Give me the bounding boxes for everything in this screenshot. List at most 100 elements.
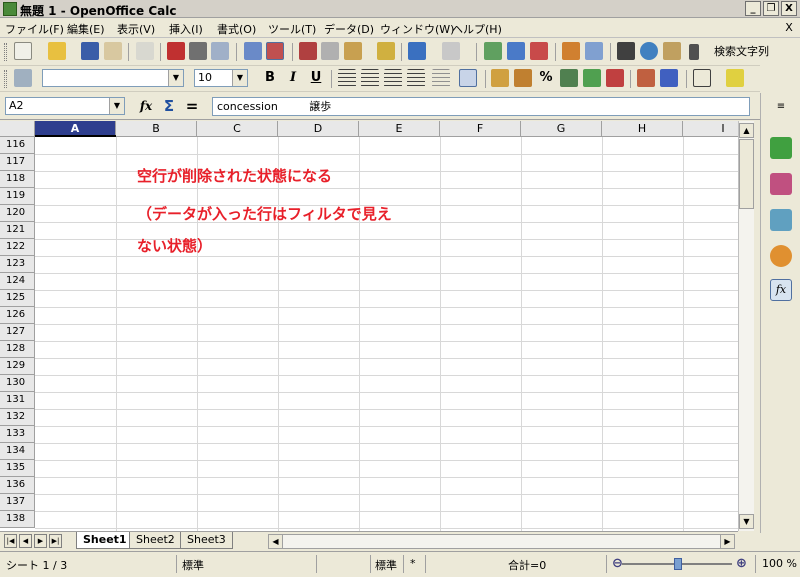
column-header[interactable]: E	[359, 121, 440, 137]
wrap-text-icon[interactable]	[459, 69, 477, 87]
sheet-tab-2[interactable]: Sheet2	[129, 532, 182, 549]
row-header[interactable]: 123	[0, 256, 35, 273]
sum-icon[interactable]: Σ	[160, 97, 178, 115]
toolbar-overflow-icon[interactable]	[689, 44, 699, 60]
row-header[interactable]: 129	[0, 358, 35, 375]
new-document-icon[interactable]	[14, 42, 32, 60]
row-header[interactable]: 120	[0, 205, 35, 222]
align-right-icon[interactable]	[384, 69, 402, 87]
save-icon[interactable]	[81, 42, 99, 60]
functions-sidebar-icon[interactable]: fx	[770, 279, 792, 301]
last-sheet-icon[interactable]: ▶|	[49, 534, 62, 548]
column-header[interactable]: G	[521, 121, 602, 137]
styles-icon[interactable]	[770, 173, 792, 195]
next-sheet-icon[interactable]: ▶	[34, 534, 47, 548]
row-header[interactable]: 119	[0, 188, 35, 205]
row-header[interactable]: 132	[0, 409, 35, 426]
prev-sheet-icon[interactable]: ◀	[19, 534, 32, 548]
zoom-slider-thumb[interactable]	[674, 558, 682, 570]
paste-icon[interactable]	[344, 42, 362, 60]
print-preview-icon[interactable]	[211, 42, 229, 60]
decrease-indent-icon[interactable]	[637, 69, 655, 87]
row-header[interactable]: 126	[0, 307, 35, 324]
zoom-level[interactable]: 100 %	[762, 557, 797, 570]
row-header[interactable]: 133	[0, 426, 35, 443]
export-pdf-icon[interactable]	[167, 42, 185, 60]
currency-icon[interactable]	[514, 69, 532, 87]
edit-file-icon[interactable]	[136, 42, 154, 60]
scroll-right-arrow-icon[interactable]: ▶	[720, 534, 735, 549]
row-header[interactable]: 127	[0, 324, 35, 341]
justify-icon[interactable]	[407, 69, 425, 87]
row-header[interactable]: 116	[0, 137, 35, 154]
row-header[interactable]: 138	[0, 511, 35, 528]
borders-icon[interactable]	[693, 69, 711, 87]
row-header[interactable]: 134	[0, 443, 35, 460]
row-header[interactable]: 124	[0, 273, 35, 290]
undo-icon[interactable]	[408, 42, 426, 60]
row-header[interactable]: 135	[0, 460, 35, 477]
column-header[interactable]: C	[197, 121, 278, 137]
scroll-down-arrow-icon[interactable]: ▼	[739, 514, 754, 529]
gallery-sidebar-icon[interactable]	[770, 209, 792, 231]
italic-button[interactable]: I	[284, 69, 302, 87]
sidebar-menu-icon[interactable]: ≡	[770, 101, 792, 113]
number-format-standard-icon[interactable]	[560, 69, 578, 87]
spellcheck-icon[interactable]	[244, 42, 262, 60]
navigator-sidebar-icon[interactable]	[770, 245, 792, 267]
row-header[interactable]: 128	[0, 341, 35, 358]
formula-input[interactable]: concession 譲歩	[212, 97, 750, 116]
first-sheet-icon[interactable]: |◀	[4, 534, 17, 548]
open-folder-icon[interactable]	[48, 42, 66, 60]
vertical-scroll-thumb[interactable]	[739, 139, 754, 209]
sheet-tab-1[interactable]: Sheet1	[76, 532, 134, 549]
format-paintbrush-icon[interactable]	[377, 42, 395, 60]
column-header[interactable]: D	[278, 121, 359, 137]
menu-data[interactable]: データ(D)	[324, 21, 374, 37]
select-all-corner[interactable]	[0, 121, 35, 137]
styles-formatting-icon[interactable]	[14, 69, 32, 87]
delete-decimal-icon[interactable]	[606, 69, 624, 87]
autospellcheck-icon[interactable]	[266, 42, 284, 60]
navigator-icon[interactable]	[640, 42, 658, 60]
row-header[interactable]: 130	[0, 375, 35, 392]
toolbar-grip[interactable]	[4, 43, 7, 61]
menu-view[interactable]: 表示(V)	[117, 21, 155, 37]
redo-icon[interactable]	[442, 42, 460, 60]
bold-button[interactable]: B	[261, 69, 279, 87]
text-direction-icon[interactable]	[491, 69, 509, 87]
close-document-button[interactable]: X	[782, 21, 796, 35]
scroll-up-arrow-icon[interactable]: ▲	[739, 123, 754, 138]
zoom-in-icon[interactable]: ⊕	[736, 556, 747, 571]
gallery-icon[interactable]	[663, 42, 681, 60]
close-window-button[interactable]: X	[781, 1, 797, 16]
chart-icon[interactable]	[562, 42, 580, 60]
menu-file[interactable]: ファイル(F)	[5, 21, 64, 37]
function-icon[interactable]: =	[183, 97, 201, 115]
row-header[interactable]: 125	[0, 290, 35, 307]
increase-indent-icon[interactable]	[660, 69, 678, 87]
sort-ascending-icon[interactable]	[507, 42, 525, 60]
column-header[interactable]: F	[440, 121, 521, 137]
row-header[interactable]: 131	[0, 392, 35, 409]
row-header[interactable]: 137	[0, 494, 35, 511]
align-left-icon[interactable]	[338, 69, 356, 87]
merge-cells-icon[interactable]	[432, 69, 450, 87]
background-color-icon[interactable]	[726, 69, 744, 87]
dropdown-arrow-icon[interactable]: ▼	[109, 98, 124, 114]
draw-functions-icon[interactable]	[585, 42, 603, 60]
horizontal-scrollbar[interactable]: ◀ ▶	[268, 534, 735, 549]
column-header[interactable]: I	[683, 121, 738, 137]
percent-button[interactable]: %	[537, 69, 555, 87]
column-header[interactable]: B	[116, 121, 197, 137]
column-header[interactable]: H	[602, 121, 683, 137]
spreadsheet-grid[interactable]: A B C D E F G H I 116 117 118 119 120 12…	[0, 121, 738, 531]
maximize-button[interactable]: ❐	[763, 1, 779, 16]
print-icon[interactable]	[189, 42, 207, 60]
page-style[interactable]: 標準	[182, 557, 204, 573]
row-header[interactable]: 122	[0, 239, 35, 256]
row-header[interactable]: 121	[0, 222, 35, 239]
font-size-combo[interactable]: 10 ▼	[194, 69, 248, 87]
row-header[interactable]: 117	[0, 154, 35, 171]
sort-descending-icon[interactable]	[530, 42, 548, 60]
